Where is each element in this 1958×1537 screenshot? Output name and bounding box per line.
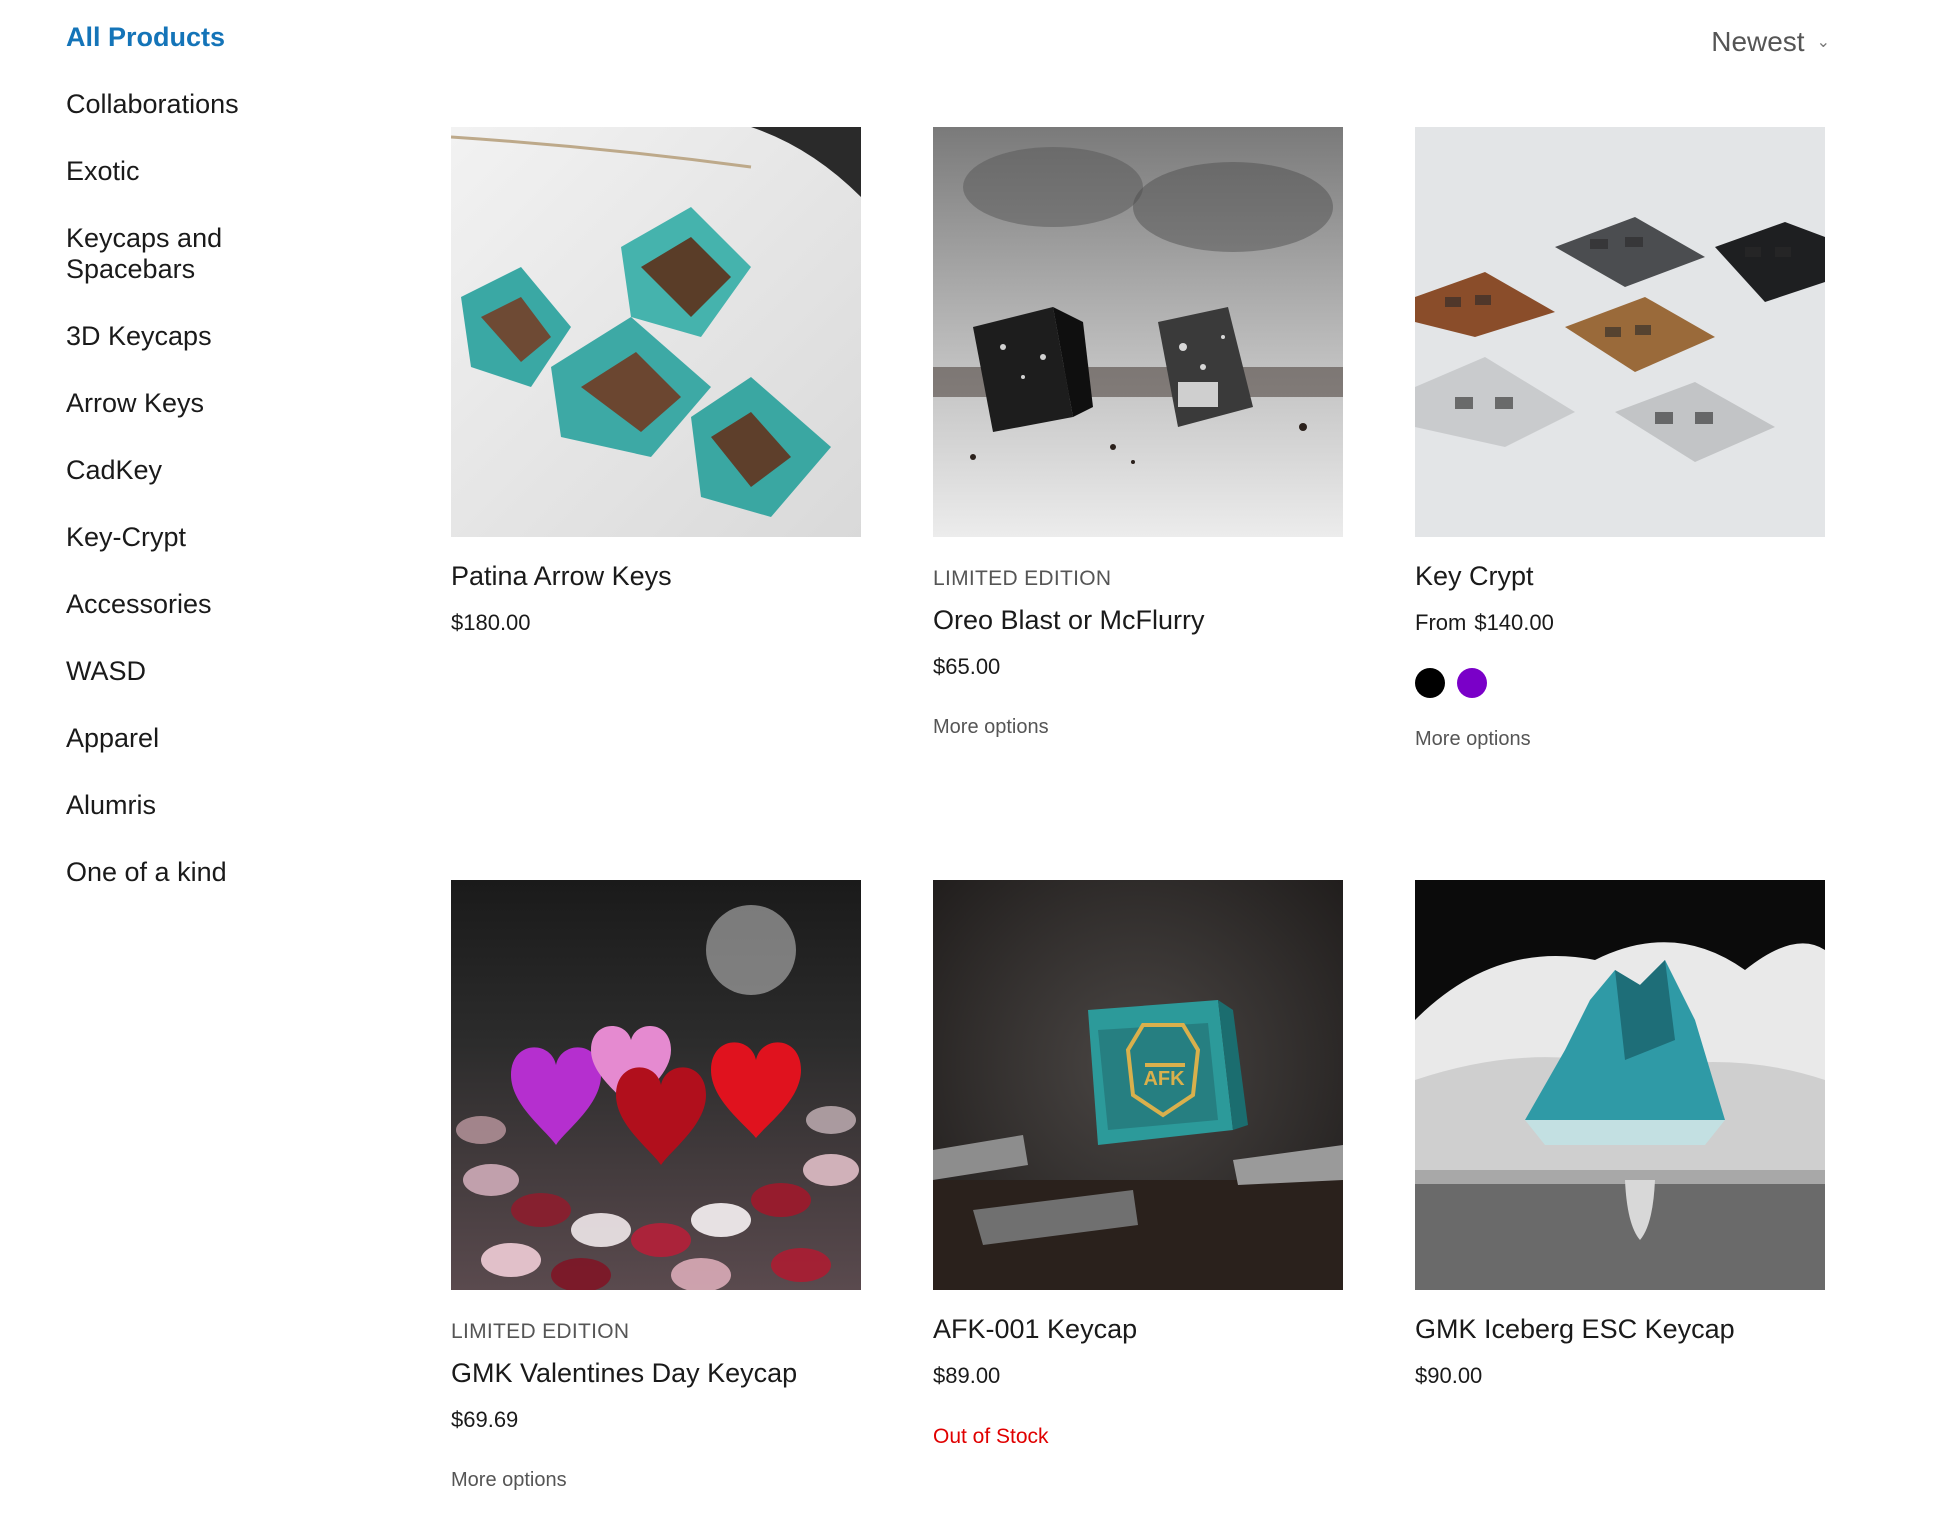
sidebar-item-key-crypt[interactable]: Key-Crypt (66, 522, 316, 553)
product-card[interactable]: GMK Iceberg ESC Keycap $90.00 (1415, 880, 1825, 1389)
sidebar-item-3d-keycaps[interactable]: 3D Keycaps (66, 321, 316, 352)
product-price: $180.00 (451, 610, 531, 635)
sidebar-item-arrow-keys[interactable]: Arrow Keys (66, 388, 316, 419)
product-card[interactable]: LIMITED EDITION GMK Valentines Day Keyca… (451, 880, 861, 1492)
product-tag: LIMITED EDITION (451, 1320, 630, 1343)
sidebar-item-wasd[interactable]: WASD (66, 656, 316, 687)
color-swatch-purple[interactable] (1457, 668, 1487, 698)
product-name[interactable]: AFK-001 Keycap (933, 1314, 1343, 1345)
product-name[interactable]: Key Crypt (1415, 561, 1825, 592)
chevron-down-icon: ⌄ (1816, 34, 1830, 51)
svg-text:AFK: AFK (1143, 1068, 1185, 1090)
product-card[interactable]: LIMITED EDITION Oreo Blast or McFlurry $… (933, 127, 1343, 739)
product-card[interactable]: AFK AFK-001 Keycap $89.00 Out of Stock (933, 880, 1343, 1449)
price-prefix: From (1415, 610, 1467, 635)
color-swatches (1415, 668, 1825, 698)
product-card[interactable]: Patina Arrow Keys $180.00 (451, 127, 861, 636)
sidebar-item-exotic[interactable]: Exotic (66, 156, 316, 187)
product-name[interactable]: Patina Arrow Keys (451, 561, 861, 592)
sort-label: Newest (1711, 26, 1805, 57)
product-price: From $140.00 (1415, 610, 1825, 636)
sidebar-item-keycaps-and-spacebars[interactable]: Keycaps and Spacebars (66, 223, 246, 285)
sidebar-item-one-of-a-kind[interactable]: One of a kind (66, 857, 316, 888)
more-options-link[interactable]: More options (1415, 728, 1825, 751)
sidebar-item-collaborations[interactable]: Collaborations (66, 89, 316, 120)
product-image[interactable]: AFK (933, 880, 1343, 1290)
sort-dropdown[interactable]: Newest ⌄ (1711, 26, 1830, 58)
product-price: $89.00 (933, 1363, 1001, 1388)
product-image[interactable] (933, 127, 1343, 537)
product-image[interactable] (1415, 127, 1825, 537)
product-name[interactable]: GMK Iceberg ESC Keycap (1415, 1314, 1825, 1345)
product-name[interactable]: GMK Valentines Day Keycap (451, 1358, 861, 1389)
sidebar-item-cadkey[interactable]: CadKey (66, 455, 316, 486)
category-sidebar: All Products Collaborations Exotic Keyca… (66, 22, 316, 924)
product-name[interactable]: Oreo Blast or McFlurry (933, 605, 1343, 636)
price-value: $140.00 (1474, 610, 1554, 635)
product-tag: LIMITED EDITION (933, 567, 1112, 590)
product-price: $65.00 (933, 654, 1001, 679)
product-price: $90.00 (1415, 1363, 1483, 1388)
color-swatch-black[interactable] (1415, 668, 1445, 698)
sidebar-item-apparel[interactable]: Apparel (66, 723, 316, 754)
product-image[interactable] (451, 127, 861, 537)
out-of-stock-label: Out of Stock (933, 1425, 1049, 1448)
more-options-link[interactable]: More options (933, 716, 1343, 739)
sidebar-item-accessories[interactable]: Accessories (66, 589, 316, 620)
product-price: $69.69 (451, 1407, 519, 1432)
product-card[interactable]: Key Crypt From $140.00 More options (1415, 127, 1825, 751)
product-image[interactable] (451, 880, 861, 1290)
sidebar-item-alumris[interactable]: Alumris (66, 790, 316, 821)
sidebar-item-all-products[interactable]: All Products (66, 22, 316, 53)
product-image[interactable] (1415, 880, 1825, 1290)
more-options-link[interactable]: More options (451, 1469, 861, 1492)
